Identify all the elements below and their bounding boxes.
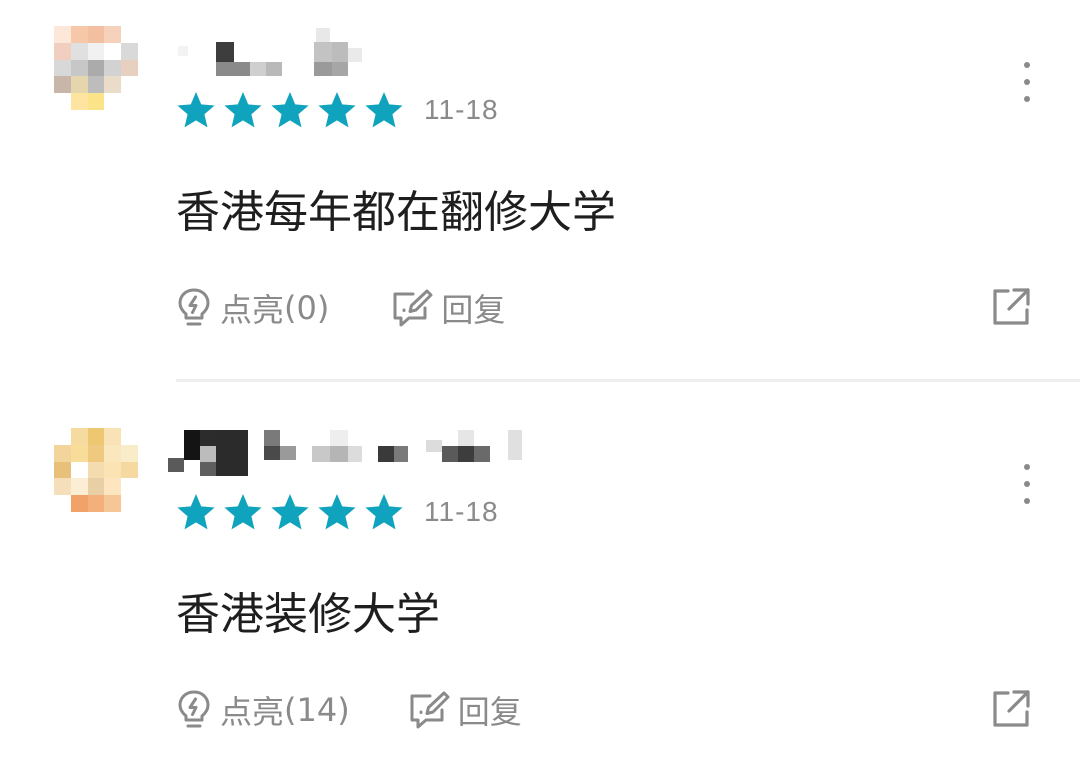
lightbulb-icon (178, 288, 210, 326)
lightbulb-icon (178, 690, 210, 728)
like-count: (14) (284, 691, 350, 729)
star-icon (177, 92, 215, 128)
reply-button[interactable]: 回复 (391, 285, 505, 331)
star-icon (318, 92, 356, 128)
edit-reply-icon (393, 289, 433, 327)
reply-label: 回复 (457, 693, 522, 731)
comment-date: 11-18 (424, 94, 499, 125)
star-icon (271, 494, 309, 530)
comment-item: 11-18 香港每年都在翻修大学 点亮 (0) 回复 (0, 0, 1080, 379)
comment-item: 11-18 香港装修大学 点亮 (14) 回复 (0, 382, 1080, 765)
like-label: 点亮 (220, 291, 285, 329)
like-label: 点亮 (220, 693, 285, 731)
avatar[interactable] (54, 26, 138, 110)
star-icon (318, 494, 356, 530)
more-vertical-icon (1024, 464, 1030, 470)
star-icon (177, 494, 215, 530)
rating-row: 11-18 (176, 90, 499, 130)
like-button[interactable]: 点亮 (0) (176, 285, 329, 331)
comment-date: 11-18 (424, 496, 499, 527)
share-external-icon[interactable] (990, 688, 1032, 730)
reply-label: 回复 (441, 291, 506, 329)
star-icon (224, 92, 262, 128)
avatar[interactable] (54, 428, 138, 512)
share-external-icon[interactable] (990, 286, 1032, 328)
star-icon (365, 92, 403, 128)
edit-reply-icon (410, 691, 450, 729)
more-vertical-icon (1024, 62, 1030, 68)
star-icon (224, 494, 262, 530)
comment-text: 香港每年都在翻修大学 (176, 187, 616, 238)
star-icon (365, 494, 403, 530)
star-rating (176, 493, 404, 531)
like-button[interactable]: 点亮 (14) (176, 687, 350, 733)
star-rating (176, 91, 404, 129)
more-options-button[interactable] (1014, 62, 1040, 102)
reply-button[interactable]: 回复 (408, 687, 522, 733)
comment-text: 香港装修大学 (176, 589, 440, 640)
username-blurred[interactable] (168, 430, 588, 476)
more-options-button[interactable] (1014, 464, 1040, 504)
comment-actions: 点亮 (14) 回复 (176, 688, 522, 732)
comment-actions: 点亮 (0) 回复 (176, 286, 505, 330)
like-count: (0) (284, 289, 330, 327)
star-icon (271, 92, 309, 128)
rating-row: 11-18 (176, 492, 499, 532)
username-blurred[interactable] (168, 28, 588, 76)
